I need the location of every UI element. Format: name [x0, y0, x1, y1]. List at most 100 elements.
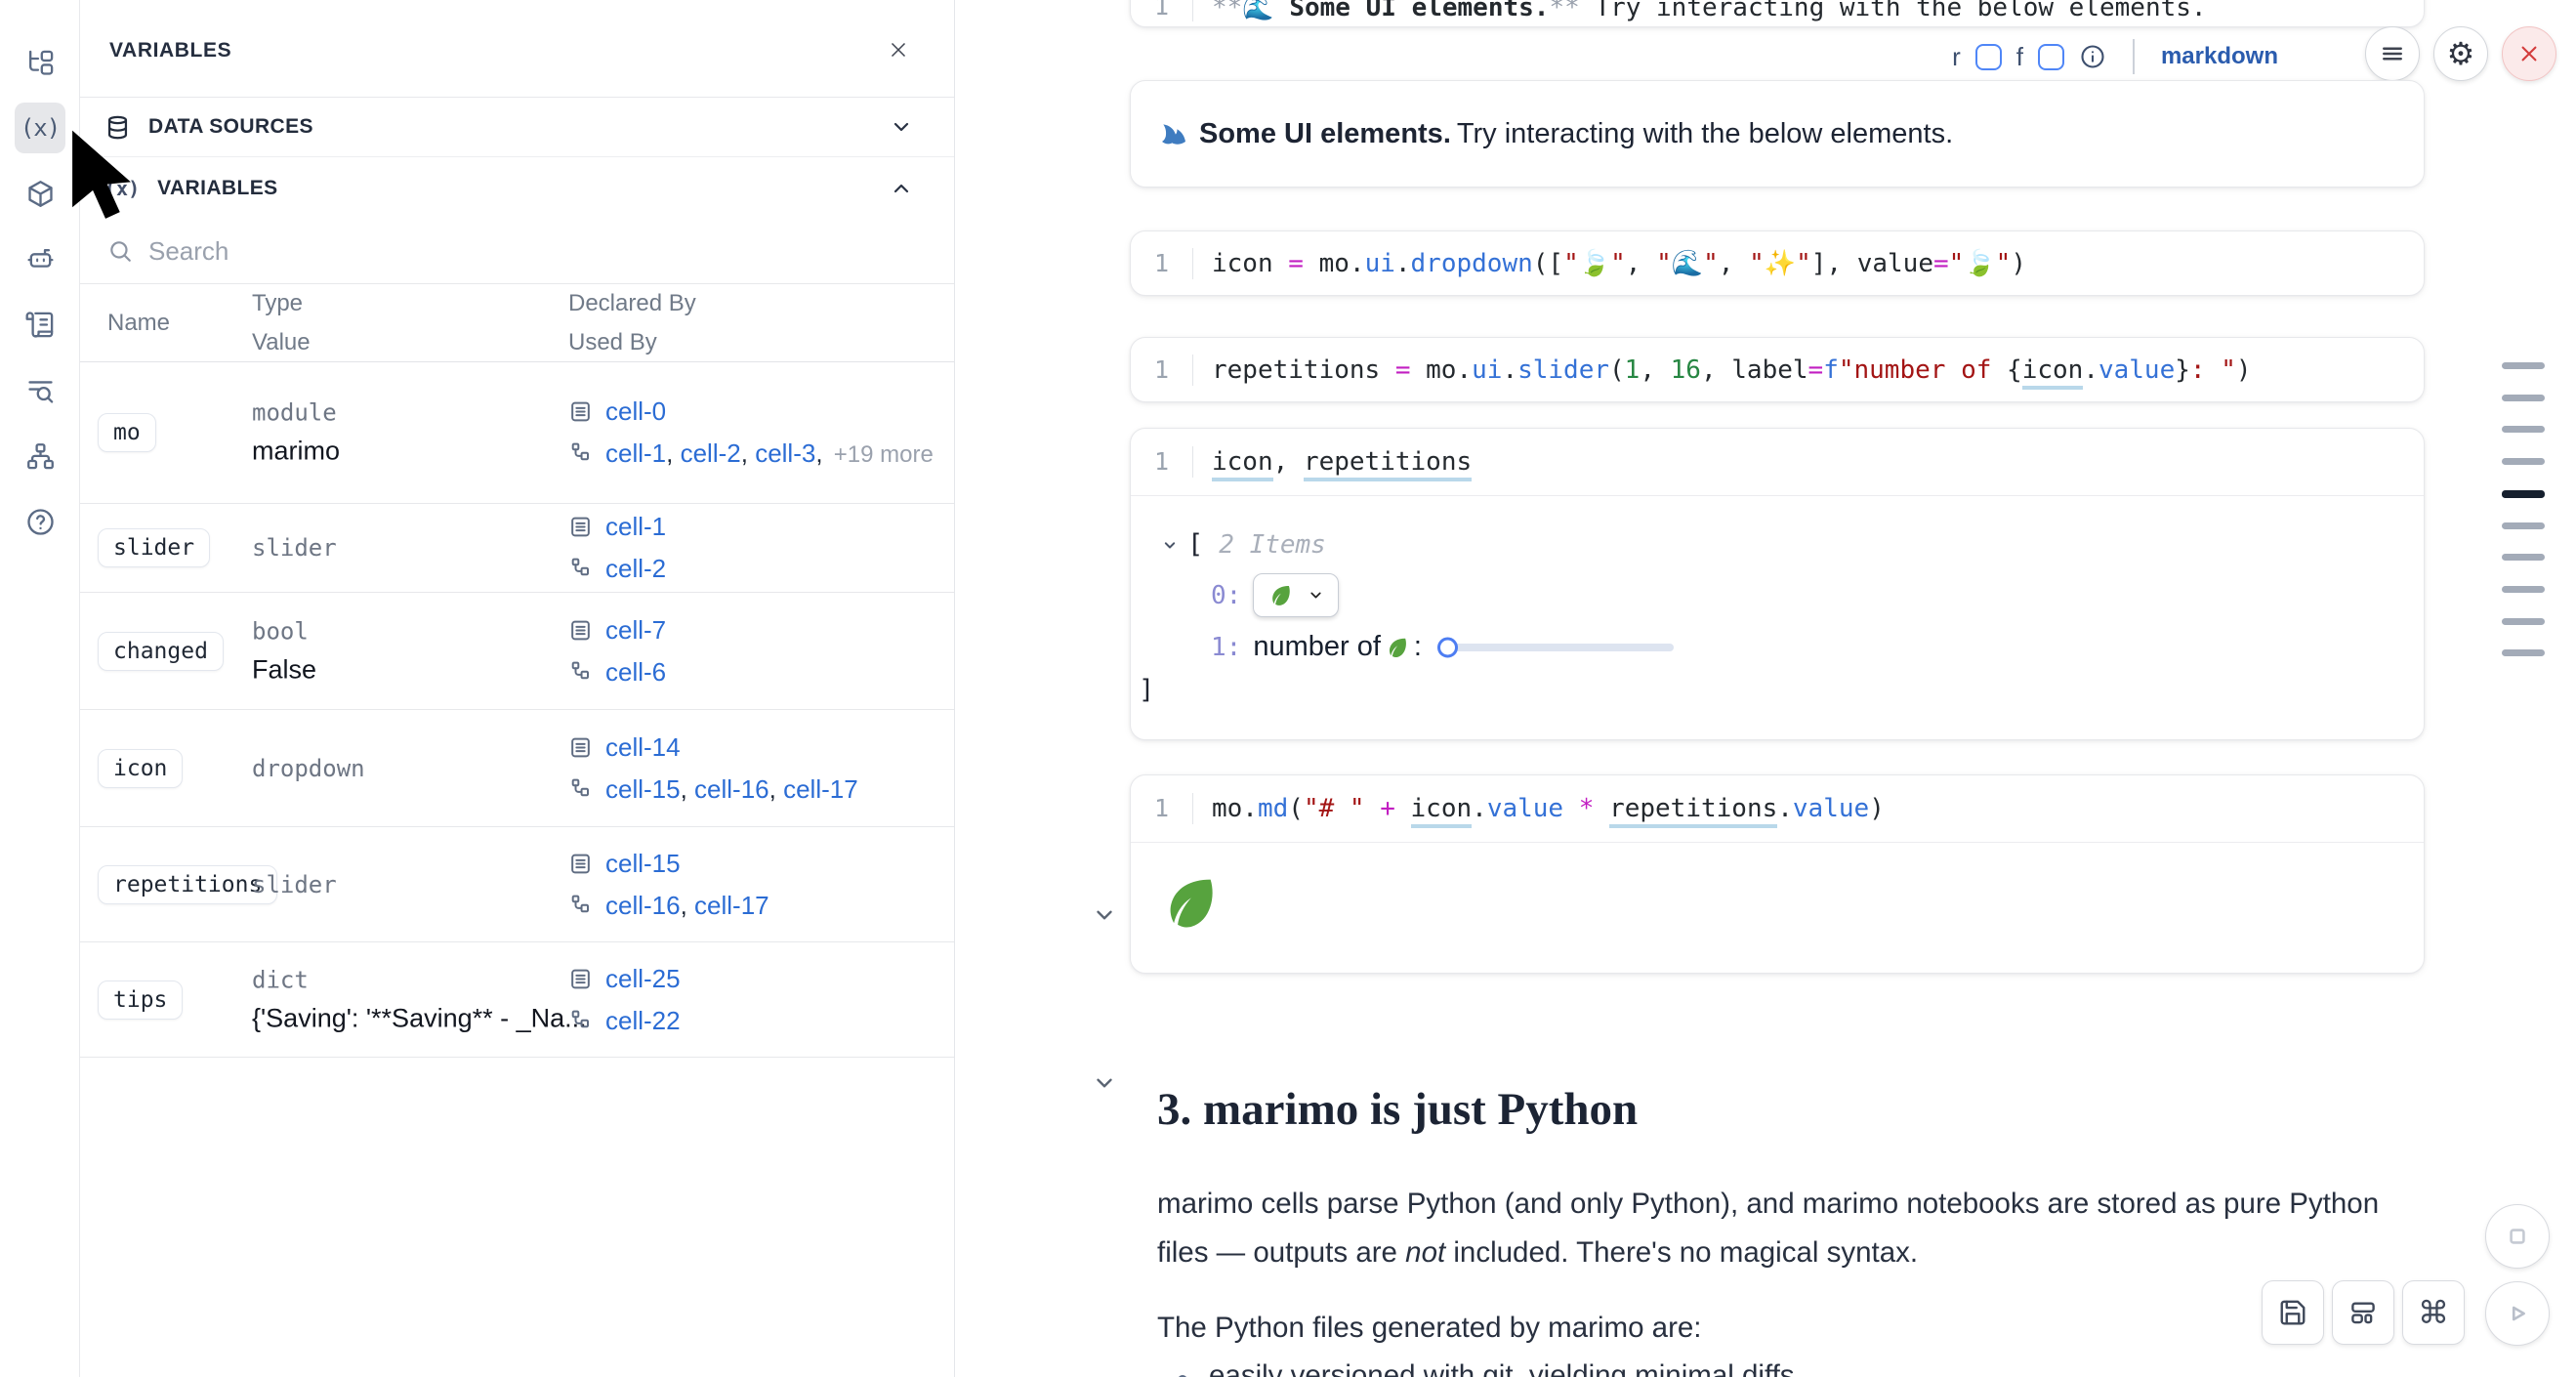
- cell-link[interactable]: cell-0: [605, 396, 666, 426]
- panel-title: VARIABLES: [109, 39, 231, 63]
- chevron-down-icon[interactable]: [1092, 902, 1117, 928]
- interrupt-button[interactable]: [2485, 1204, 2550, 1269]
- minimap-dash[interactable]: [2502, 554, 2545, 561]
- search-input[interactable]: [146, 235, 732, 268]
- chevron-up-icon: [890, 177, 913, 200]
- code-cell-tuple[interactable]: 1 icon, repetitions [ 2 Items 0:: [1130, 428, 2425, 740]
- code-cell-dropdown[interactable]: 1 icon = mo.ui.dropdown(["🍃", "🌊", "✨"],…: [1130, 230, 2425, 296]
- ai-robot-icon[interactable]: [15, 233, 65, 284]
- variable-type: dropdown: [252, 755, 365, 782]
- minimap-dash[interactable]: [2502, 586, 2545, 593]
- code-line[interactable]: repetitions = mo.ui.slider(1, 16, label=…: [1193, 355, 2252, 386]
- close-icon[interactable]: [884, 35, 913, 64]
- dependency-graph-icon[interactable]: [15, 431, 65, 481]
- used-by-links: cell-1, cell-2, cell-3, +19 more: [605, 438, 934, 469]
- slider-widget[interactable]: [1441, 644, 1674, 651]
- chevron-down-icon[interactable]: [1160, 535, 1180, 555]
- minimap-dash-active[interactable]: [2502, 490, 2545, 498]
- run-toggle-checkbox[interactable]: [1975, 44, 2002, 70]
- cell-link[interactable]: cell-17: [694, 891, 769, 920]
- list-item-text: easily versioned with git, yielding mini…: [1209, 1359, 1795, 1377]
- chevron-down-icon[interactable]: [1092, 1070, 1117, 1096]
- variable-value: marimo: [252, 437, 340, 467]
- section-variables[interactable]: (x) VARIABLES: [80, 157, 954, 219]
- used-by-icon: [568, 441, 593, 466]
- minimap-dash[interactable]: [2502, 618, 2545, 625]
- gear-icon: ⚙: [2447, 38, 2475, 69]
- array-index: 0:: [1211, 581, 1241, 610]
- code-line[interactable]: icon, repetitions: [1193, 446, 1472, 478]
- table-row[interactable]: tips dict{'Saving': '**Saving** - _Na...…: [80, 942, 954, 1058]
- column-value: Value: [252, 329, 311, 356]
- variable-type: slider: [252, 534, 337, 562]
- cell-link[interactable]: cell-15: [605, 849, 681, 878]
- dropdown-widget[interactable]: [1253, 573, 1339, 617]
- cell-language-label[interactable]: markdown: [2161, 43, 2278, 70]
- table-row[interactable]: slider slider cell-1 cell-2: [80, 504, 954, 593]
- notebook-menu-button[interactable]: [2365, 26, 2420, 81]
- chevron-down-icon: [1308, 587, 1324, 604]
- cell-link[interactable]: cell-2: [605, 554, 666, 583]
- declared-by-links: cell-1: [605, 512, 666, 542]
- shutdown-button[interactable]: [2502, 26, 2556, 81]
- search-icon: [107, 238, 133, 264]
- cell-link[interactable]: cell-6: [605, 657, 666, 687]
- logs-search-icon[interactable]: [15, 365, 65, 416]
- settings-button[interactable]: ⚙: [2433, 26, 2488, 81]
- save-button[interactable]: [2262, 1280, 2324, 1345]
- column-declared-by: Declared By: [568, 290, 696, 317]
- chevron-down-icon: [890, 115, 913, 139]
- minimap-dash[interactable]: [2502, 458, 2545, 465]
- code-cell-slider[interactable]: 1 repetitions = mo.ui.slider(1, 16, labe…: [1130, 337, 2425, 402]
- cell-link[interactable]: cell-3: [755, 438, 815, 468]
- cell-link[interactable]: cell-25: [605, 964, 681, 993]
- cell-link[interactable]: cell-1: [605, 512, 666, 541]
- code-line[interactable]: **🌊 Some UI elements.** Try interacting …: [1193, 0, 2207, 23]
- table-row[interactable]: changed boolFalse cell-7 cell-6: [80, 593, 954, 710]
- code-line[interactable]: icon = mo.ui.dropdown(["🍃", "🌊", "✨"], v…: [1193, 248, 2026, 279]
- cell-link[interactable]: cell-7: [605, 615, 666, 645]
- close-icon: [2515, 40, 2543, 67]
- layout-toggle-button[interactable]: [2332, 1280, 2394, 1345]
- code-cell-md[interactable]: 1 mo.md("# " + icon.value * repetitions.…: [1130, 774, 2425, 974]
- run-button[interactable]: [2485, 1281, 2550, 1346]
- minimap-dash[interactable]: [2502, 426, 2545, 433]
- cell-link[interactable]: cell-2: [681, 438, 741, 468]
- cell-link[interactable]: cell-17: [783, 774, 858, 804]
- paragraph: marimo cells parse Python (and only Pyth…: [1157, 1180, 2389, 1277]
- file-tree-icon[interactable]: [15, 37, 65, 88]
- used-by-icon: [568, 894, 593, 918]
- section-data-sources[interactable]: DATA SOURCES: [80, 98, 954, 157]
- table-row[interactable]: icon dropdown cell-14 cell-15, cell-16, …: [80, 710, 954, 827]
- info-icon[interactable]: [2079, 43, 2106, 70]
- line-number: 1: [1131, 248, 1193, 279]
- minimap-dash[interactable]: [2502, 649, 2545, 656]
- section-label: DATA SOURCES: [148, 115, 313, 139]
- help-icon[interactable]: [15, 496, 65, 547]
- hamburger-icon: [2379, 40, 2406, 67]
- notebook-area: 1 **🌊 Some UI elements.** Try interactin…: [955, 0, 2576, 1377]
- section-label: VARIABLES: [157, 177, 277, 200]
- keyboard-shortcuts-button[interactable]: ⌘: [2402, 1280, 2465, 1345]
- mouse-cursor: [56, 128, 144, 222]
- variable-value: False: [252, 654, 316, 685]
- slider-thumb[interactable]: [1437, 637, 1458, 657]
- format-toggle-checkbox[interactable]: [2038, 44, 2064, 70]
- cell-link[interactable]: cell-14: [605, 732, 681, 762]
- declared-by-links: cell-15: [605, 849, 681, 879]
- scratchpad-scroll-icon[interactable]: [15, 299, 65, 350]
- array-index: 1:: [1211, 633, 1241, 662]
- table-row[interactable]: repetitions slider cell-15 cell-16, cell…: [80, 827, 954, 942]
- cell-link[interactable]: cell-16: [605, 891, 681, 920]
- minimap-dash[interactable]: [2502, 362, 2545, 369]
- code-cell-markdown-source[interactable]: 1 **🌊 Some UI elements.** Try interactin…: [1130, 0, 2425, 27]
- cell-link[interactable]: cell-1: [605, 438, 666, 468]
- code-line[interactable]: mo.md("# " + icon.value * repetitions.va…: [1193, 793, 1885, 824]
- table-row[interactable]: mo modulemarimo cell-0 cell-1, cell-2, c…: [80, 362, 954, 504]
- cell-link[interactable]: cell-16: [694, 774, 769, 804]
- cell-link[interactable]: cell-15: [605, 774, 681, 804]
- minimap-dash[interactable]: [2502, 522, 2545, 529]
- cell-link[interactable]: cell-22: [605, 1006, 681, 1035]
- declared-by-icon: [568, 399, 593, 424]
- minimap-dash[interactable]: [2502, 395, 2545, 401]
